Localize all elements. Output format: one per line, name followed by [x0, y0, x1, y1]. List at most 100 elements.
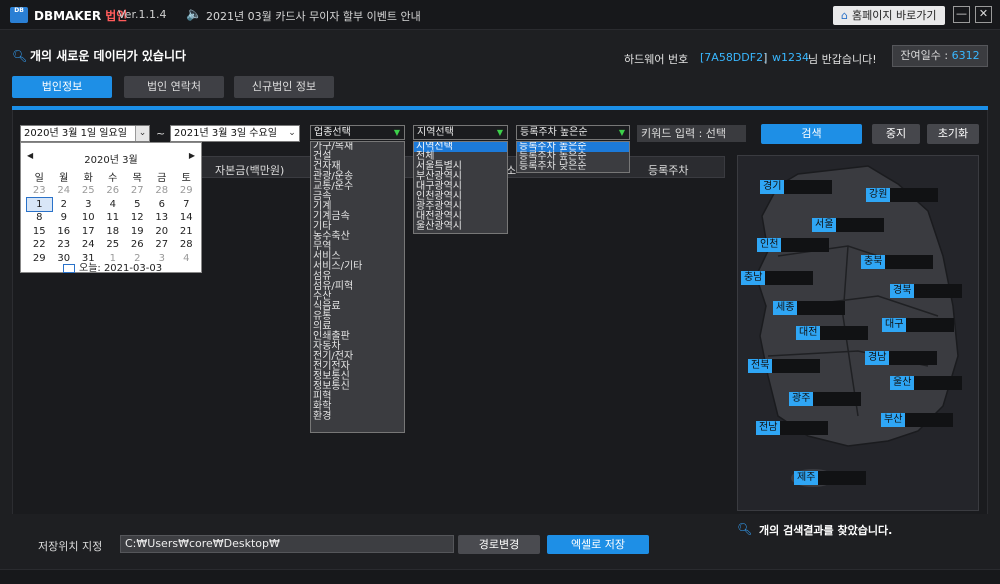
chevron-down-icon[interactable]: ⌄ [285, 126, 299, 141]
homepage-button[interactable]: ⌂ 홈페이지 바로가기 [833, 6, 945, 25]
calendar-day[interactable]: 28 [150, 184, 175, 198]
calendar-day[interactable]: 10 [76, 211, 101, 225]
region-chungnam[interactable]: 충남 [741, 271, 814, 285]
remaining-days-label: 잔여일수 : [900, 49, 952, 62]
region-select[interactable]: 지역선택 ▼ [413, 125, 508, 140]
calendar-day[interactable]: 26 [125, 238, 150, 252]
calendar-day[interactable]: 6 [150, 198, 175, 212]
calendar-day[interactable]: 17 [76, 225, 101, 239]
region-gyeongnam[interactable]: 경남 [865, 351, 938, 365]
calendar-day[interactable]: 12 [125, 211, 150, 225]
calendar-day[interactable]: 27 [150, 238, 175, 252]
close-button[interactable]: ✕ [975, 6, 992, 23]
stop-button[interactable]: 중지 [872, 124, 920, 144]
calendar-day[interactable]: 24 [76, 238, 101, 252]
search-icon: 🔍︎ [737, 522, 753, 536]
calendar-today[interactable]: 오늘: 2021-03-03 [63, 259, 162, 274]
region-incheon[interactable]: 인천 [757, 238, 830, 252]
region-jeonbuk[interactable]: 전북 [748, 359, 821, 373]
region-count-bar [781, 238, 830, 252]
region-sejong[interactable]: 세종 [773, 301, 846, 315]
calendar-day[interactable]: 29 [27, 252, 52, 266]
region-label: 대전 [796, 326, 821, 340]
calendar-day[interactable]: 19 [125, 225, 150, 239]
sort-select[interactable]: 등록주차 높은순 ▼ [516, 125, 630, 140]
region-gangwon[interactable]: 강원 [866, 188, 939, 202]
calendar-day[interactable]: 18 [101, 225, 126, 239]
region-daejeon[interactable]: 대전 [796, 326, 869, 340]
calendar-day[interactable]: 23 [27, 184, 52, 198]
calendar-day[interactable]: 9 [52, 211, 77, 225]
calendar-day[interactable]: 4 [174, 252, 199, 266]
calendar-day[interactable]: 26 [101, 184, 126, 198]
calendar-day[interactable]: 24 [52, 184, 77, 198]
calendar-day[interactable]: 3 [76, 198, 101, 212]
search-button[interactable]: 검색 [761, 124, 862, 144]
calendar-day[interactable]: 22 [27, 238, 52, 252]
save-excel-button[interactable]: 엑셀로 저장 [547, 535, 649, 554]
date-range-tilde: ~ [156, 127, 166, 140]
region-label: 경북 [890, 284, 915, 298]
chevron-down-icon[interactable]: ⌄ [135, 126, 149, 141]
change-path-button[interactable]: 경로변경 [458, 535, 540, 554]
calendar-day[interactable]: 15 [27, 225, 52, 239]
region-gyeongbuk[interactable]: 경북 [890, 284, 963, 298]
calendar-day[interactable]: 5 [125, 198, 150, 212]
calendar-day[interactable]: 23 [52, 238, 77, 252]
search-icon: 🔍︎ [12, 49, 28, 63]
region-chungbuk[interactable]: 충북 [861, 255, 934, 269]
calendar-day[interactable]: 7 [174, 198, 199, 212]
date-to-picker[interactable]: 2021년 3월 3일 수요일 ⌄ [170, 125, 300, 142]
calendar-day[interactable]: 13 [150, 211, 175, 225]
calendar-day[interactable]: 11 [101, 211, 126, 225]
region-dropdown-list[interactable]: 지역선택 전체 서울특별시 부산광역시 대구광역시 인천광역시 광주광역시 대전광역시 울산광역… [413, 141, 508, 234]
region-count-bar [885, 255, 934, 269]
calendar-day-selected[interactable]: 1 [26, 196, 53, 212]
industry-select-value: 업종선택 [314, 127, 351, 138]
calendar-day[interactable]: 20 [150, 225, 175, 239]
region-seoul[interactable]: 서울 [812, 218, 885, 232]
calendar-day[interactable]: 8 [27, 211, 52, 225]
region-jeonnam[interactable]: 전남 [756, 421, 829, 435]
calendar-day[interactable]: 25 [76, 184, 101, 198]
region-daegu[interactable]: 대구 [882, 318, 955, 332]
region-busan[interactable]: 부산 [881, 413, 954, 427]
calendar-day[interactable]: 29 [174, 184, 199, 198]
tab-corporate-info[interactable]: 법인정보 [12, 76, 112, 98]
notice-link[interactable]: 2021년 03월 카드사 무이자 할부 이벤트 안내 [206, 8, 421, 24]
region-ulsan[interactable]: 울산 [890, 376, 963, 390]
calendar-day[interactable]: 25 [101, 238, 126, 252]
reset-button[interactable]: 초기화 [927, 124, 979, 144]
region-jeju[interactable]: 제주 [794, 471, 867, 485]
dropdown-option[interactable]: 등록주차 낮은순 [517, 162, 629, 172]
calendar-day[interactable]: 2 [52, 198, 77, 212]
calendar-day[interactable]: 27 [125, 184, 150, 198]
dropdown-option[interactable]: 환경 [311, 412, 404, 422]
app-name-text: DBMAKER [34, 9, 102, 23]
region-label: 경남 [865, 351, 890, 365]
next-month-icon[interactable]: ▶ [189, 151, 195, 160]
tab-new-corporate-info[interactable]: 신규법인 정보 [234, 76, 334, 98]
region-gyeonggi[interactable]: 경기 [760, 180, 833, 194]
app-logo: DB [10, 7, 28, 23]
calendar-day[interactable]: 28 [174, 238, 199, 252]
calendar-day[interactable]: 21 [174, 225, 199, 239]
dropdown-option[interactable]: 울산광역시 [414, 222, 507, 232]
calendar-day[interactable]: 14 [174, 211, 199, 225]
region-label: 충남 [741, 271, 766, 285]
date-from-picker[interactable]: 2020년 3월 1일 일요일 ⌄ [20, 125, 150, 142]
keyword-input[interactable]: 키워드 입력 : 선택 [637, 125, 746, 142]
calendar-day[interactable]: 4 [101, 198, 126, 212]
industry-select[interactable]: 업종선택 ▼ [310, 125, 405, 140]
sort-dropdown-list[interactable]: 등록주차 높은순 등록주차 높은순 등록주차 낮은순 [516, 141, 630, 173]
info-separator: | [764, 51, 768, 64]
industry-dropdown-list[interactable]: 가구/목재 건설 건자재 관광/운송 교통/운수 금속 기계 기계금속 기타 농수축산 무역 서비스 서… [310, 141, 405, 433]
region-count-bar [797, 301, 846, 315]
save-path-input[interactable]: C:₩Users₩core₩Desktop₩ [120, 535, 454, 553]
save-location-label: 저장위치 지정 [38, 540, 103, 553]
region-label: 충북 [861, 255, 886, 269]
tab-corporate-contacts[interactable]: 법인 연락처 [124, 76, 224, 98]
minimize-button[interactable]: — [953, 6, 970, 23]
calendar-day[interactable]: 16 [52, 225, 77, 239]
region-gwangju[interactable]: 광주 [789, 392, 862, 406]
